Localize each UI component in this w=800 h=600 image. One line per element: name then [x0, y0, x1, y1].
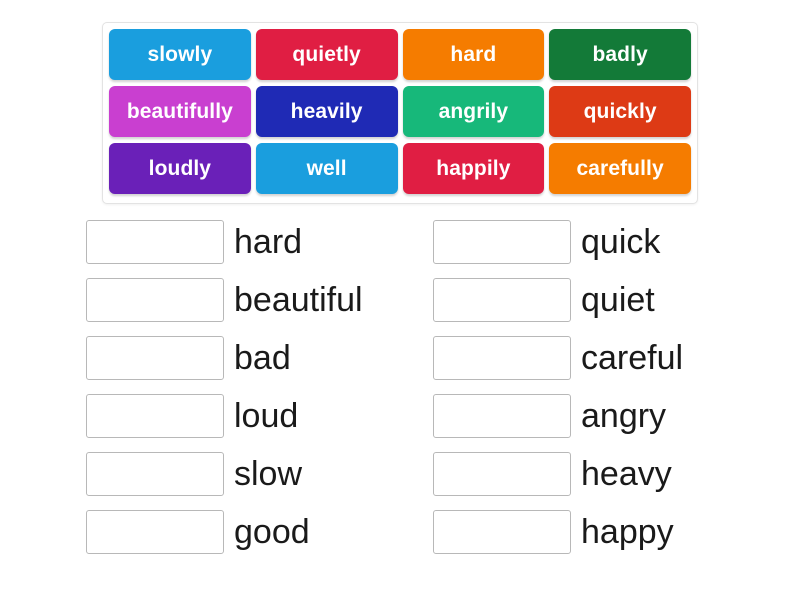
drop-box-angry[interactable] [433, 394, 571, 438]
word-tile-hard[interactable]: hard [402, 29, 545, 80]
answer-row: slow [86, 452, 400, 496]
answer-label-quick: quick [581, 223, 661, 261]
word-tile-happily[interactable]: happily [402, 143, 545, 194]
drop-box-quick[interactable] [433, 220, 571, 264]
drop-box-bad[interactable] [86, 336, 224, 380]
word-tile-beautifully[interactable]: beautifully [109, 86, 251, 137]
word-tile-slowly[interactable]: slowly [109, 29, 251, 80]
answer-label-beautiful: beautiful [234, 281, 363, 319]
answer-label-heavy: heavy [581, 455, 672, 493]
word-tile-angrily[interactable]: angrily [402, 86, 545, 137]
word-tile-badly[interactable]: badly [549, 29, 691, 80]
drop-box-happy[interactable] [433, 510, 571, 554]
answer-row: heavy [433, 452, 800, 496]
answer-label-careful: careful [581, 339, 684, 377]
answer-column-left: hard beautiful bad loud slow good [0, 220, 400, 568]
answer-label-quiet: quiet [581, 281, 655, 319]
drop-box-good[interactable] [86, 510, 224, 554]
answer-row: quick [433, 220, 800, 264]
answer-row: loud [86, 394, 400, 438]
answer-row: good [86, 510, 400, 554]
word-bank-row: beautifully heavily angrily quickly [109, 86, 691, 137]
answer-row: hard [86, 220, 400, 264]
word-tile-loudly[interactable]: loudly [109, 143, 251, 194]
drop-box-slow[interactable] [86, 452, 224, 496]
drop-box-careful[interactable] [433, 336, 571, 380]
word-bank-row: loudly well happily carefully [109, 143, 691, 194]
drop-box-quiet[interactable] [433, 278, 571, 322]
drop-box-loud[interactable] [86, 394, 224, 438]
answer-row: bad [86, 336, 400, 380]
answer-label-good: good [234, 513, 310, 551]
answer-area: hard beautiful bad loud slow good quick … [0, 220, 800, 568]
answer-row: happy [433, 510, 800, 554]
drop-box-beautiful[interactable] [86, 278, 224, 322]
answer-row: angry [433, 394, 800, 438]
answer-label-hard: hard [234, 223, 303, 261]
answer-column-right: quick quiet careful angry heavy happy [400, 220, 800, 568]
word-bank-row: slowly quietly hard badly [109, 29, 691, 80]
answer-label-bad: bad [234, 339, 291, 377]
word-bank-panel: slowly quietly hard badly beautifully he… [102, 22, 698, 204]
word-tile-quickly[interactable]: quickly [549, 86, 691, 137]
word-tile-well[interactable]: well [255, 143, 398, 194]
answer-label-slow: slow [234, 455, 303, 493]
answer-label-angry: angry [581, 397, 667, 435]
answer-row: beautiful [86, 278, 400, 322]
word-tile-quietly[interactable]: quietly [255, 29, 398, 80]
answer-label-happy: happy [581, 513, 674, 551]
drop-box-hard[interactable] [86, 220, 224, 264]
drop-box-heavy[interactable] [433, 452, 571, 496]
word-tile-heavily[interactable]: heavily [255, 86, 398, 137]
answer-row: quiet [433, 278, 800, 322]
word-tile-carefully[interactable]: carefully [549, 143, 691, 194]
answer-label-loud: loud [234, 397, 299, 435]
answer-row: careful [433, 336, 800, 380]
